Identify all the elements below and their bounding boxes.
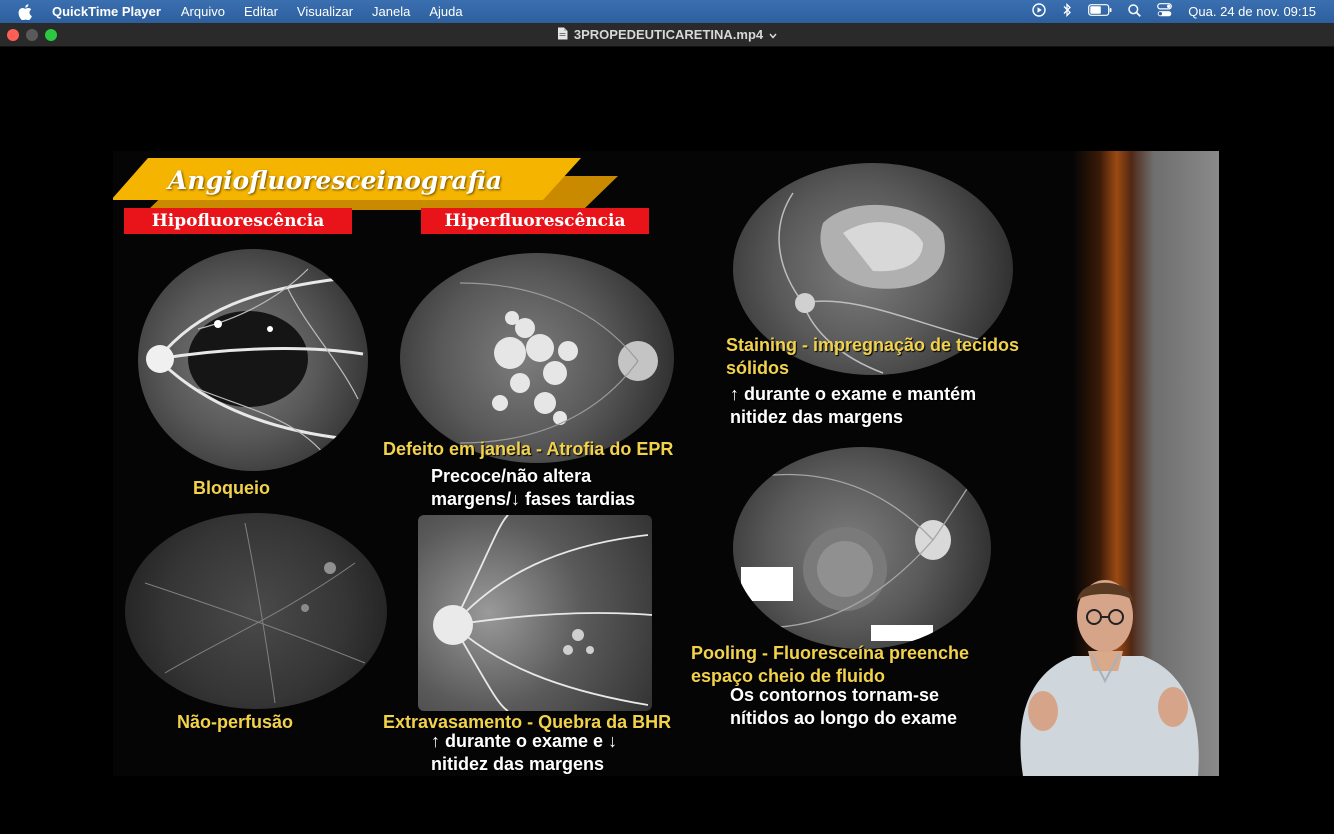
fundus-image-bloqueio <box>138 249 368 471</box>
app-name-menu[interactable]: QuickTime Player <box>52 4 161 19</box>
fundus-image-extravasamento <box>418 515 652 711</box>
label-hipofluorescencia: Hipofluorescência <box>124 208 352 234</box>
extrav-desc-line2: nitidez das margens <box>431 754 605 774</box>
menu-bar: QuickTime Player Arquivo Editar Visualiz… <box>0 0 1334 23</box>
fundus-image-defeito-janela <box>400 253 674 463</box>
window-controls <box>7 29 57 41</box>
video-frame-slide: Angiofluoresceinografia Hipofluorescênci… <box>113 151 1219 776</box>
pooling-desc-line2: nítidos ao longo do exame <box>730 708 958 728</box>
play-circle-icon[interactable] <box>1032 3 1046 20</box>
slide-title: Angiofluoresceinografia <box>168 166 503 195</box>
menubar-clock[interactable]: Qua. 24 de nov. 09:15 <box>1188 4 1316 19</box>
caption-bloqueio: Bloqueio <box>193 478 270 498</box>
apple-menu-icon[interactable] <box>18 3 36 20</box>
menu-janela[interactable]: Janela <box>372 4 410 19</box>
caption-nao-perfusao: Não-perfusão <box>177 712 294 732</box>
fundus-image-nao-perfusao <box>125 513 387 709</box>
caption-pooling-line1: Pooling - Fluoresceína preenche <box>691 643 970 663</box>
presenter-video-overlay <box>993 481 1219 776</box>
window-title[interactable]: 3PROPEDEUTICARETINA.mp4 <box>557 27 777 43</box>
battery-icon[interactable] <box>1088 4 1112 19</box>
control-center-icon[interactable] <box>1157 3 1173 20</box>
window-title-text: 3PROPEDEUTICARETINA.mp4 <box>573 27 764 42</box>
menu-editar[interactable]: Editar <box>244 4 278 19</box>
search-icon[interactable] <box>1128 3 1142 20</box>
chevron-down-icon[interactable] <box>769 27 777 42</box>
fundus-image-pooling <box>733 447 991 649</box>
staining-desc-line1: ↑ durante o exame e mantém <box>730 384 977 404</box>
menu-ajuda[interactable]: Ajuda <box>429 4 462 19</box>
defeito-desc-line2: margens/↓ fases tardias <box>431 489 636 509</box>
defeito-desc-line1: Precoce/não altera <box>431 466 592 486</box>
zoom-window-button[interactable] <box>45 29 57 41</box>
extrav-desc-line1: ↑ durante o exame e ↓ <box>431 731 618 751</box>
window-titlebar: 3PROPEDEUTICARETINA.mp4 <box>0 23 1334 47</box>
video-viewport[interactable]: Angiofluoresceinografia Hipofluorescênci… <box>0 47 1334 834</box>
slide-title-banner: Angiofluoresceinografia <box>113 156 623 212</box>
caption-staining-line1: Staining - impregnação de tecidos <box>726 335 1020 355</box>
minimize-window-button[interactable] <box>26 29 38 41</box>
pooling-desc-line1: Os contornos tornam-se <box>730 685 940 705</box>
menu-visualizar[interactable]: Visualizar <box>297 4 353 19</box>
close-window-button[interactable] <box>7 29 19 41</box>
menu-arquivo[interactable]: Arquivo <box>181 4 225 19</box>
label-hiperfluorescencia: Hiperfluorescência <box>421 208 649 234</box>
document-icon <box>557 27 568 43</box>
bluetooth-icon[interactable] <box>1062 2 1072 20</box>
staining-desc-line2: nitidez das margens <box>730 407 904 427</box>
caption-defeito-janela: Defeito em janela - Atrofia do EPR <box>383 439 674 459</box>
caption-staining-line2: sólidos <box>726 358 790 378</box>
